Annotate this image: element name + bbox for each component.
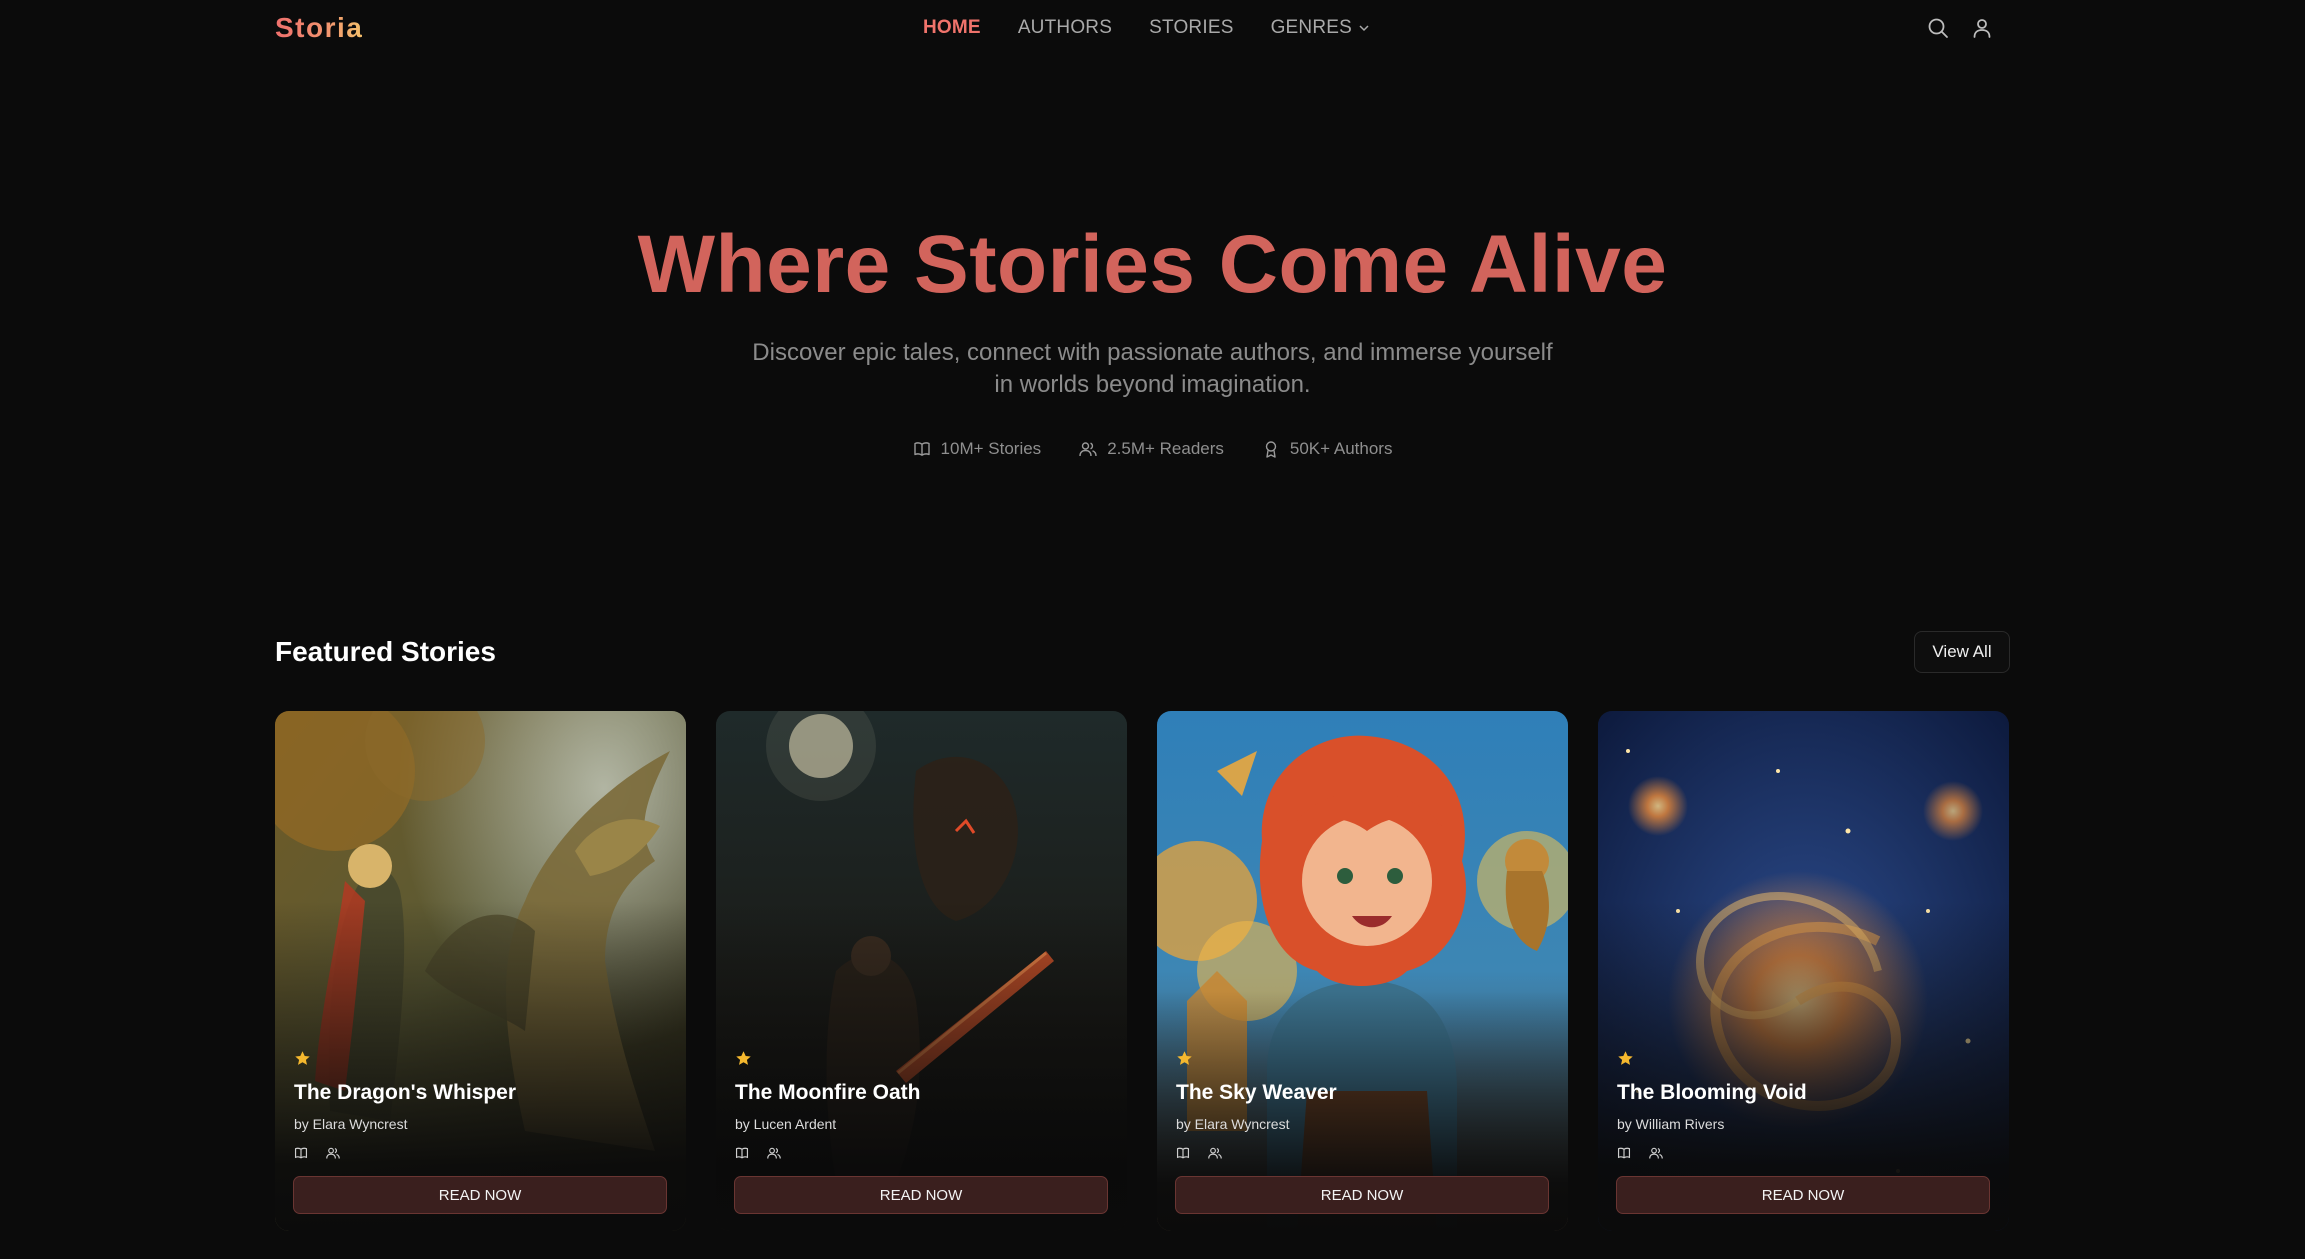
nav-genres[interactable]: GENRES — [1271, 17, 1370, 39]
users-icon — [326, 1147, 340, 1159]
search-icon[interactable] — [1926, 16, 1950, 40]
hero-subtitle: Discover epic tales, connect with passio… — [752, 339, 1553, 398]
star-icon — [1618, 1051, 1633, 1065]
view-all-button[interactable]: View All — [1914, 631, 2010, 673]
star-icon — [295, 1051, 310, 1065]
hero-stats: 10M+ Stories 2.5M+ Readers 50K+ Authors — [0, 439, 2305, 459]
stat-stories: 10M+ Stories — [913, 439, 1042, 459]
story-card[interactable]: The Blooming Void by William Rivers READ… — [1598, 711, 2009, 1231]
story-author[interactable]: by William Rivers — [1617, 1116, 1724, 1132]
story-meta-icons — [735, 1146, 781, 1160]
stat-label: 10M+ Stories — [940, 439, 1042, 458]
book-icon — [735, 1147, 749, 1159]
story-meta-icons — [294, 1146, 340, 1160]
stat-authors: 50K+ Authors — [1262, 439, 1393, 459]
top-navigation-bar: Storia HOME AUTHORS STORIES GENRES — [0, 0, 2305, 56]
story-card[interactable]: The Sky Weaver by Elara Wyncrest READ NO… — [1157, 711, 1568, 1231]
nav-authors[interactable]: AUTHORS — [1018, 17, 1112, 39]
chevron-down-icon — [1359, 25, 1369, 32]
story-title[interactable]: The Sky Weaver — [1176, 1081, 1337, 1105]
read-now-button[interactable]: READ NOW — [1616, 1176, 1990, 1214]
story-meta-icons — [1176, 1146, 1222, 1160]
story-card[interactable]: The Dragon's Whisper by Elara Wyncrest R… — [275, 711, 686, 1231]
star-icon — [736, 1051, 751, 1065]
users-icon — [767, 1147, 781, 1159]
page: Storia HOME AUTHORS STORIES GENRES Where… — [0, 0, 2305, 1259]
users-icon — [1208, 1147, 1222, 1159]
star-icon — [1177, 1051, 1192, 1065]
story-title[interactable]: The Dragon's Whisper — [294, 1081, 516, 1105]
storia-logo[interactable]: Storia — [275, 12, 363, 44]
book-icon — [913, 442, 930, 456]
stat-label: 50K+ Authors — [1289, 439, 1393, 458]
nav-stories[interactable]: STORIES — [1149, 17, 1233, 39]
story-card[interactable]: The Moonfire Oath by Lucen Ardent READ N… — [716, 711, 1127, 1231]
read-now-button[interactable]: READ NOW — [734, 1176, 1108, 1214]
story-author[interactable]: by Elara Wyncrest — [294, 1116, 407, 1132]
main-nav: HOME AUTHORS STORIES GENRES — [923, 17, 1407, 39]
book-icon — [1617, 1147, 1631, 1159]
read-now-button[interactable]: READ NOW — [1175, 1176, 1549, 1214]
nav-home[interactable]: HOME — [923, 17, 981, 39]
header-actions — [1926, 16, 1994, 40]
story-title[interactable]: The Moonfire Oath — [735, 1081, 921, 1105]
story-author[interactable]: by Lucen Ardent — [735, 1116, 836, 1132]
award-icon — [1265, 441, 1277, 458]
story-meta-icons — [1617, 1146, 1663, 1160]
users-icon — [1649, 1147, 1663, 1159]
stat-label: 2.5M+ Readers — [1107, 439, 1224, 458]
book-icon — [1176, 1147, 1190, 1159]
story-title[interactable]: The Blooming Void — [1617, 1081, 1807, 1105]
featured-stories-heading: Featured Stories — [275, 636, 496, 667]
users-icon — [1079, 442, 1097, 457]
read-now-button[interactable]: READ NOW — [293, 1176, 667, 1214]
hero-title: Where Stories Come Alive — [637, 219, 1668, 310]
book-icon — [294, 1147, 308, 1159]
stat-readers: 2.5M+ Readers — [1079, 439, 1224, 459]
user-icon[interactable] — [1970, 16, 1994, 40]
story-author[interactable]: by Elara Wyncrest — [1176, 1116, 1289, 1132]
